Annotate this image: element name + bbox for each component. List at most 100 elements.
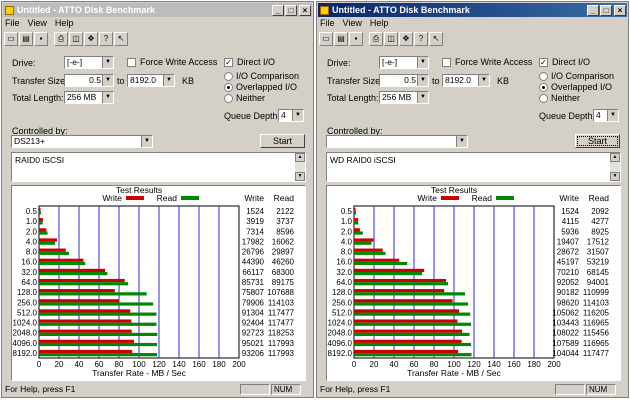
force-write-label: Force Write Access	[455, 57, 533, 67]
drive-value: [-e-]	[382, 57, 398, 67]
read-bar	[39, 241, 56, 245]
read-value: 117993	[268, 339, 295, 348]
maximize-button[interactable]: □	[285, 4, 297, 16]
chevron-down-icon[interactable]: ▼	[102, 92, 113, 103]
total-length-select[interactable]: 256 MB ▼	[379, 91, 429, 104]
menu-file[interactable]: File	[5, 18, 20, 30]
total-length-select[interactable]: 256 MB ▼	[64, 91, 114, 104]
chevron-down-icon[interactable]: ▼	[102, 57, 113, 68]
chevron-down-icon[interactable]: ▼	[456, 136, 467, 147]
read-bar	[354, 353, 472, 357]
minimize-button[interactable]: _	[587, 4, 599, 16]
y-tick-label: 8192.0	[13, 349, 38, 358]
read-value: 118253	[268, 329, 295, 338]
about-icon[interactable]: ?	[414, 32, 428, 46]
transfer-from-select[interactable]: 0.5 ▼	[379, 74, 429, 87]
drive-select[interactable]: [-e-] ▼	[64, 56, 114, 69]
open-folder-icon[interactable]: ▤	[19, 32, 33, 46]
legend-read-label: Read	[157, 193, 178, 203]
read-bar	[39, 221, 43, 225]
save-icon[interactable]: ▪	[349, 32, 363, 46]
read-bar	[39, 292, 147, 296]
x-axis-label: Transfer Rate - MB / Sec	[92, 368, 186, 378]
x-tick-label: 20	[370, 360, 379, 369]
title-bar[interactable]: Untitled - ATTO Disk Benchmark _ □ ×	[318, 3, 627, 17]
toolbar: ▭ ▤ ▪ ⎙ ◫ ✥ ? ↖	[319, 31, 443, 47]
read-bar	[354, 272, 423, 276]
overlapped-io-radio[interactable]	[539, 83, 548, 92]
menu-help[interactable]: Help	[55, 18, 74, 30]
chevron-down-icon[interactable]: ▼	[292, 110, 303, 121]
close-button[interactable]: ×	[299, 4, 311, 16]
force-write-checkbox[interactable]	[442, 58, 451, 67]
transfer-to-select[interactable]: 8192.0 ▼	[442, 74, 490, 87]
read-value: 68145	[587, 268, 610, 277]
print-preview-icon[interactable]: ◫	[384, 32, 398, 46]
queue-depth-select[interactable]: 4 ▼	[593, 109, 619, 122]
read-value: 53219	[587, 258, 610, 267]
drive-value: [-e-]	[67, 57, 83, 67]
print-icon[interactable]: ⎙	[369, 32, 383, 46]
io-comparison-radio[interactable]	[224, 72, 233, 81]
neither-radio[interactable]	[539, 94, 548, 103]
overlapped-io-radio[interactable]	[224, 83, 233, 92]
menu-file[interactable]: File	[320, 18, 335, 30]
move-icon[interactable]: ✥	[399, 32, 413, 46]
controlled-by-select[interactable]: DS213+ ▼	[11, 135, 153, 148]
transfer-to-select[interactable]: 8192.0 ▼	[127, 74, 175, 87]
direct-io-checkbox[interactable]: ✓	[539, 58, 548, 67]
chevron-down-icon[interactable]: ▼	[417, 92, 428, 103]
scroll-down-icon[interactable]: ▼	[610, 172, 620, 181]
start-button[interactable]: Start	[260, 134, 305, 148]
write-value: 75807	[242, 288, 265, 297]
print-icon[interactable]: ⎙	[54, 32, 68, 46]
drive-select[interactable]: [-e-] ▼	[379, 56, 429, 69]
chevron-down-icon[interactable]: ▼	[417, 57, 428, 68]
scroll-up-icon[interactable]: ▲	[610, 153, 620, 162]
status-pane-blank	[240, 384, 270, 395]
scroll-up-icon[interactable]: ▲	[295, 153, 305, 162]
chevron-down-icon[interactable]: ▼	[417, 75, 428, 86]
new-file-icon[interactable]: ▭	[4, 32, 18, 46]
help-pointer-icon[interactable]: ↖	[114, 32, 128, 46]
io-comparison-radio[interactable]	[539, 72, 548, 81]
write-value: 3919	[246, 217, 264, 226]
y-tick-label: 8192.0	[328, 349, 353, 358]
chevron-down-icon[interactable]: ▼	[163, 75, 174, 86]
title-bar[interactable]: Untitled - ATTO Disk Benchmark _ □ ×	[3, 3, 312, 17]
y-tick-label: 4096.0	[13, 339, 38, 348]
transfer-from-select[interactable]: 0.5 ▼	[64, 74, 114, 87]
save-icon[interactable]: ▪	[34, 32, 48, 46]
chevron-down-icon[interactable]: ▼	[478, 75, 489, 86]
description-scrollbar[interactable]: ▲ ▼	[610, 153, 620, 181]
write-bar	[39, 278, 125, 283]
maximize-button[interactable]: □	[600, 4, 612, 16]
about-icon[interactable]: ?	[99, 32, 113, 46]
description-box[interactable]: RAID0 iSCSI ▲ ▼	[11, 152, 306, 182]
scroll-down-icon[interactable]: ▼	[295, 172, 305, 181]
direct-io-checkbox[interactable]: ✓	[224, 58, 233, 67]
description-box[interactable]: WD RAID0 iSCSI ▲ ▼	[326, 152, 621, 182]
move-icon[interactable]: ✥	[84, 32, 98, 46]
chevron-down-icon[interactable]: ▼	[102, 75, 113, 86]
menu-view[interactable]: View	[28, 18, 47, 30]
y-tick-label: 16.0	[21, 258, 37, 267]
controlled-by-select[interactable]: ▼	[326, 135, 468, 148]
open-folder-icon[interactable]: ▤	[334, 32, 348, 46]
start-button[interactable]: Start	[575, 134, 620, 148]
menu-help[interactable]: Help	[370, 18, 389, 30]
read-value: 29897	[272, 248, 295, 257]
neither-radio[interactable]	[224, 94, 233, 103]
force-write-checkbox[interactable]	[127, 58, 136, 67]
chevron-down-icon[interactable]: ▼	[607, 110, 618, 121]
close-button[interactable]: ×	[614, 4, 626, 16]
write-bar	[39, 339, 135, 343]
menu-view[interactable]: View	[343, 18, 362, 30]
chevron-down-icon[interactable]: ▼	[141, 136, 152, 147]
queue-depth-select[interactable]: 4 ▼	[278, 109, 304, 122]
print-preview-icon[interactable]: ◫	[69, 32, 83, 46]
new-file-icon[interactable]: ▭	[319, 32, 333, 46]
minimize-button[interactable]: _	[272, 4, 284, 16]
help-pointer-icon[interactable]: ↖	[429, 32, 443, 46]
description-scrollbar[interactable]: ▲ ▼	[295, 153, 305, 181]
